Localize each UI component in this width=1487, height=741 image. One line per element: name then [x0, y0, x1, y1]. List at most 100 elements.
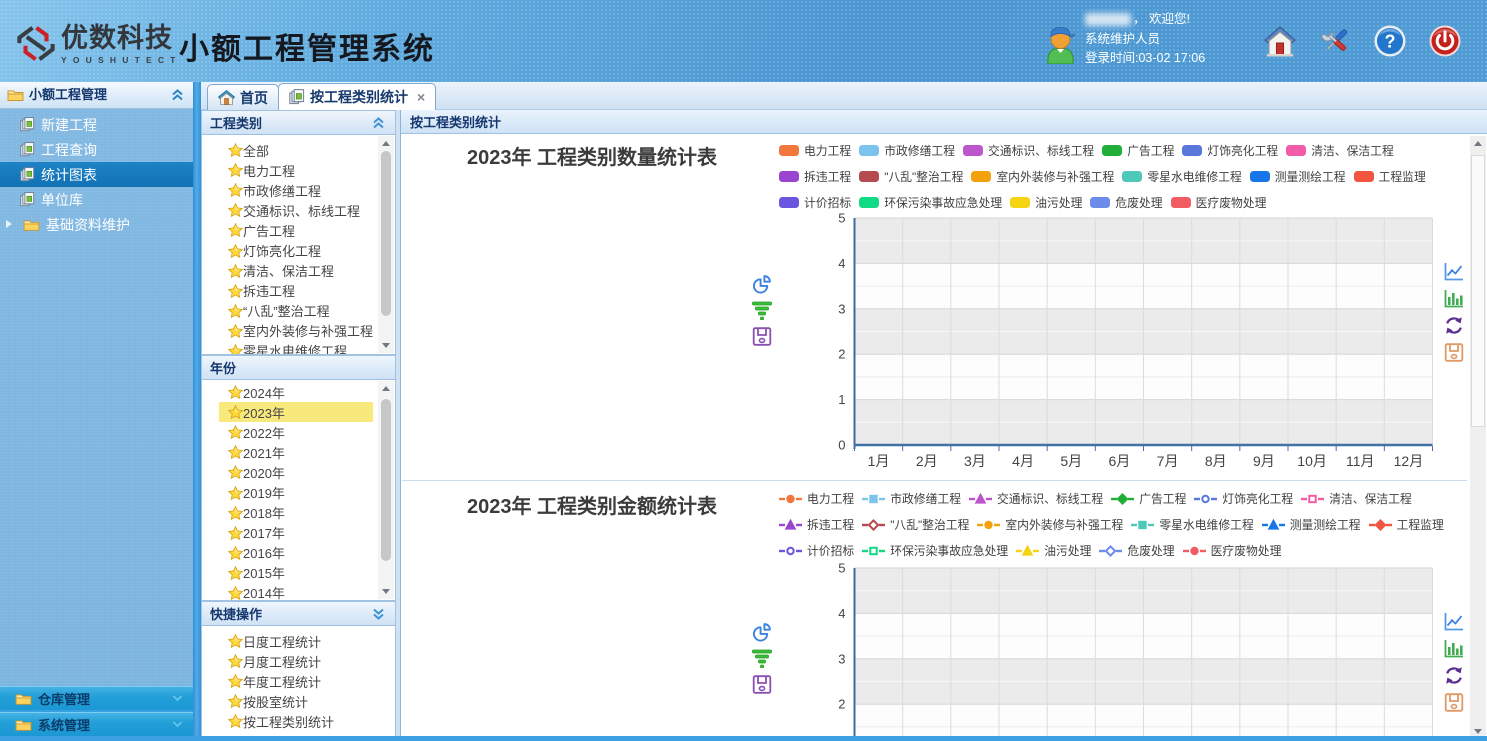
legend-item-市政修缮工程[interactable]: 市政修缮工程: [862, 490, 961, 507]
main-scrollbar[interactable]: [1470, 136, 1486, 739]
chevron-double-up-icon[interactable]: [171, 89, 184, 101]
legend-item-测量测绘工程[interactable]: 测量测绘工程: [1250, 168, 1346, 185]
legend-item-"八乱"整治工程[interactable]: "八乱"整治工程: [859, 168, 963, 185]
list-item-2021年[interactable]: 2021年: [219, 442, 373, 462]
scroll-up-icon[interactable]: [1470, 136, 1486, 151]
sidebar-accordion-系统管理[interactable]: 系统管理: [0, 712, 193, 736]
legend-item-市政修缮工程[interactable]: 市政修缮工程: [859, 142, 955, 159]
refresh-icon[interactable]: [1444, 316, 1464, 335]
home-icon[interactable]: [1263, 24, 1297, 58]
list-item-2022年[interactable]: 2022年: [219, 422, 373, 442]
list-item-日度工程统计[interactable]: 日度工程统计: [219, 631, 373, 651]
legend-item-拆违工程[interactable]: 拆违工程: [779, 516, 854, 533]
question-icon[interactable]: ?: [1373, 24, 1407, 58]
save-icon[interactable]: [1444, 343, 1464, 362]
legend-label: 广告工程: [1127, 142, 1174, 159]
list-item-2019年[interactable]: 2019年: [219, 482, 373, 502]
line-chart-icon[interactable]: [1444, 612, 1464, 631]
sidebar-item-新建工程[interactable]: 新建工程: [0, 112, 193, 137]
legend-item-交通标识、标线工程[interactable]: 交通标识、标线工程: [963, 142, 1094, 159]
scroll-down-icon[interactable]: [378, 338, 394, 353]
save-icon[interactable]: [752, 327, 772, 346]
list-item-“八乱”整治工程[interactable]: “八乱”整治工程: [219, 301, 373, 321]
list-item-按工程类别统计[interactable]: 按工程类别统计: [219, 711, 373, 731]
expand-arrow-icon[interactable]: [6, 220, 12, 228]
legend-item-零星水电维修工程[interactable]: 零星水电维修工程: [1131, 516, 1253, 533]
sidebar-accordion-仓库管理[interactable]: 仓库管理: [0, 686, 193, 710]
list-item-室内外装修与补强工程[interactable]: 室内外装修与补强工程: [219, 321, 373, 341]
bar-chart-icon[interactable]: [1444, 639, 1464, 658]
panel-quick-header[interactable]: 快捷操作: [202, 602, 395, 626]
legend-item-交通标识、标线工程[interactable]: 交通标识、标线工程: [969, 490, 1103, 507]
scroll-up-icon[interactable]: [378, 381, 394, 396]
scroll-up-icon[interactable]: [378, 136, 394, 151]
list-item-广告工程[interactable]: 广告工程: [219, 220, 373, 240]
scroll-down-icon[interactable]: [378, 584, 394, 599]
list-item-2023年[interactable]: 2023年: [219, 402, 373, 422]
list-item-2017年[interactable]: 2017年: [219, 523, 373, 543]
panel-category-header[interactable]: 工程类别: [202, 111, 395, 135]
tab-首页[interactable]: 首页: [207, 84, 279, 110]
list-item-2016年[interactable]: 2016年: [219, 543, 373, 563]
pie-chart-icon[interactable]: [752, 623, 772, 642]
pie-chart-icon[interactable]: [752, 275, 772, 294]
sidebar-item-单位库[interactable]: 单位库: [0, 187, 193, 212]
sidebar-item-工程查询[interactable]: 工程查询: [0, 137, 193, 162]
save-icon[interactable]: [752, 675, 772, 694]
refresh-icon[interactable]: [1444, 666, 1464, 685]
list-item-2018年[interactable]: 2018年: [219, 503, 373, 523]
panel-year-header[interactable]: 年份: [202, 356, 395, 380]
legend-item-广告工程[interactable]: 广告工程: [1111, 490, 1186, 507]
legend-item-拆违工程[interactable]: 拆违工程: [779, 168, 851, 185]
legend-item-清洁、保洁工程[interactable]: 清洁、保洁工程: [1286, 142, 1394, 159]
list-item-年度工程统计[interactable]: 年度工程统计: [219, 671, 373, 691]
list-item-2015年[interactable]: 2015年: [219, 563, 373, 583]
legend-item-零星水电维修工程[interactable]: 零星水电维修工程: [1122, 168, 1241, 185]
list-item-灯饰亮化工程[interactable]: 灯饰亮化工程: [219, 240, 373, 260]
chevron-double-up-icon[interactable]: [372, 117, 385, 129]
legend-item-灯饰亮化工程[interactable]: 灯饰亮化工程: [1194, 490, 1293, 507]
legend-item-室内外装修与补强工程[interactable]: 室内外装修与补强工程: [971, 168, 1114, 185]
legend-item-广告工程[interactable]: 广告工程: [1102, 142, 1174, 159]
funnel-icon[interactable]: [752, 301, 772, 320]
tools-icon[interactable]: [1318, 24, 1352, 58]
list-item-2014年[interactable]: 2014年: [219, 583, 373, 600]
tab-按工程类别统计[interactable]: 按工程类别统计×: [278, 83, 436, 110]
year-scrollbar[interactable]: [378, 381, 394, 599]
chevron-double-down-icon[interactable]: [372, 608, 385, 620]
sidebar-item-统计图表[interactable]: 统计图表: [0, 162, 193, 187]
category-scrollbar[interactable]: [378, 136, 394, 353]
power-icon[interactable]: [1428, 24, 1462, 58]
scrollbar-thumb[interactable]: [381, 399, 391, 561]
list-item-2024年[interactable]: 2024年: [219, 382, 373, 402]
list-item-零星水电维修工程[interactable]: 零星水电维修工程: [219, 341, 373, 354]
legend-item-电力工程[interactable]: 电力工程: [779, 142, 851, 159]
line-chart-icon[interactable]: [1444, 262, 1464, 281]
save-icon[interactable]: [1444, 693, 1464, 712]
list-item-市政修缮工程[interactable]: 市政修缮工程: [219, 180, 373, 200]
legend-item-清洁、保洁工程[interactable]: 清洁、保洁工程: [1301, 490, 1412, 507]
list-item-清洁、保洁工程[interactable]: 清洁、保洁工程: [219, 261, 373, 281]
legend-item-电力工程[interactable]: 电力工程: [779, 490, 854, 507]
list-item-拆违工程[interactable]: 拆违工程: [219, 281, 373, 301]
legend-item-工程监理[interactable]: 工程监理: [1369, 516, 1444, 533]
legend-item-灯饰亮化工程[interactable]: 灯饰亮化工程: [1182, 142, 1278, 159]
sidebar-splitter[interactable]: [193, 82, 201, 741]
list-item-月度工程统计[interactable]: 月度工程统计: [219, 651, 373, 671]
tab-close-icon[interactable]: ×: [417, 89, 425, 105]
list-item-电力工程[interactable]: 电力工程: [219, 160, 373, 180]
legend-item-"八乱"整治工程[interactable]: "八乱"整治工程: [862, 516, 969, 533]
legend-item-测量测绘工程[interactable]: 测量测绘工程: [1262, 516, 1361, 533]
legend-item-室内外装修与补强工程[interactable]: 室内外装修与补强工程: [977, 516, 1123, 533]
scrollbar-thumb[interactable]: [1471, 155, 1485, 427]
sidebar-item-基础资料维护[interactable]: 基础资料维护: [0, 212, 193, 237]
funnel-icon[interactable]: [752, 649, 772, 668]
list-item-全部[interactable]: 全部: [219, 140, 373, 160]
legend-item-工程监理[interactable]: 工程监理: [1354, 168, 1426, 185]
sidebar-panel-header[interactable]: 小额工程管理: [0, 82, 193, 109]
bar-chart-icon[interactable]: [1444, 289, 1464, 308]
list-item-2020年[interactable]: 2020年: [219, 462, 373, 482]
list-item-交通标识、标线工程[interactable]: 交通标识、标线工程: [219, 200, 373, 220]
list-item-按股室统计[interactable]: 按股室统计: [219, 691, 373, 711]
scrollbar-thumb[interactable]: [381, 151, 391, 316]
